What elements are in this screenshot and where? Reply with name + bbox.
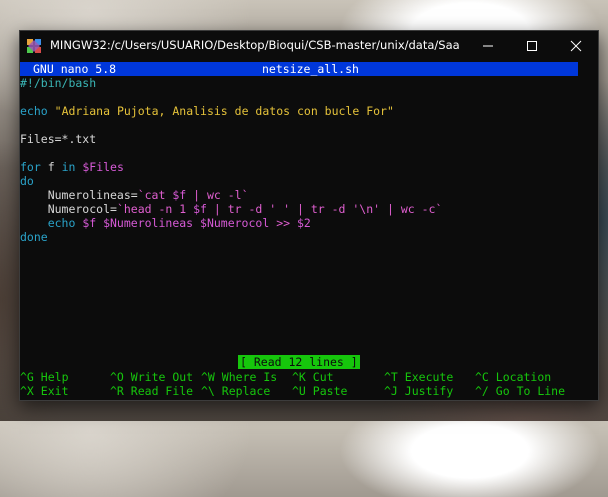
- code-token: in: [61, 160, 76, 174]
- code-token: $f: [172, 188, 187, 202]
- shortcut-read-file[interactable]: ^R Read File: [110, 384, 193, 398]
- code-token: $f $Numerolineas $Numerocol: [75, 216, 270, 230]
- code-token: Numerolineas=: [20, 188, 138, 202]
- shortcut-row-2: ^X Exit ^R Read File ^\ Replace ^U Paste…: [20, 384, 580, 398]
- shortcut-exit[interactable]: ^X Exit: [20, 384, 69, 398]
- shortcut-location[interactable]: ^C Location: [475, 370, 551, 384]
- code-token: | wc -l`: [186, 188, 249, 202]
- code-line-10: Numerocol=`head -n 1 $f | tr -d ' ' | tr…: [20, 202, 443, 216]
- code-line-9: Numerolineas=`cat $f | wc -l`: [20, 188, 249, 202]
- status-message: [ Read 12 lines ]: [238, 355, 360, 369]
- shortcut-where-is[interactable]: ^W Where Is: [201, 370, 277, 384]
- code-line-5: Files=*.txt: [20, 132, 97, 146]
- mingw-icon: [26, 38, 42, 54]
- scrollbar[interactable]: [580, 61, 598, 400]
- window-title: MINGW32:/c/Users/USUARIO/Desktop/Bioqui/…: [50, 38, 460, 52]
- code-token: Numerocol=: [20, 202, 117, 216]
- code-token: | tr -d ' ' | tr -d '\n' | wc -c`: [206, 202, 443, 216]
- close-icon: [570, 40, 582, 52]
- code-line-8: do: [20, 174, 34, 188]
- nano-header-bar: GNU nano 5.8 netsize_all.sh: [20, 62, 578, 76]
- code-token: for: [20, 160, 41, 174]
- code-token: >>: [269, 216, 297, 230]
- minimize-button[interactable]: [466, 31, 510, 61]
- shortcut-help[interactable]: ^G Help: [20, 370, 69, 384]
- shortcut-go-to-line[interactable]: ^/ Go To Line: [475, 384, 565, 398]
- close-button[interactable]: [554, 31, 598, 61]
- maximize-button[interactable]: [510, 31, 554, 61]
- shortcut-cut[interactable]: ^K Cut: [292, 370, 334, 384]
- code-token: `cat: [137, 188, 173, 202]
- code-token: echo: [20, 216, 76, 230]
- maximize-icon: [527, 41, 537, 51]
- code-line-12: done: [20, 230, 48, 244]
- code-token: $f: [193, 202, 207, 216]
- code-line-7: for f in $Files: [20, 160, 124, 174]
- code-line-11: echo $f $Numerolineas $Numerocol >> $2: [20, 216, 311, 230]
- code-line-1: #!/bin/bash: [20, 76, 97, 90]
- code-token: $Files: [75, 160, 124, 174]
- minimize-icon: [483, 45, 493, 47]
- shortcut-execute[interactable]: ^T Execute: [384, 370, 453, 384]
- shortcut-write-out[interactable]: ^O Write Out: [110, 370, 193, 384]
- code-token: echo: [20, 104, 48, 118]
- code-token: f: [40, 160, 62, 174]
- code-token: "Adriana Pujota, Analisis de datos con b…: [54, 104, 394, 118]
- nano-version: GNU nano 5.8: [33, 62, 117, 76]
- shortcut-justify[interactable]: ^J Justify: [384, 384, 453, 398]
- nano-filename: netsize_all.sh: [262, 62, 359, 76]
- terminal-window[interactable]: MINGW32:/c/Users/USUARIO/Desktop/Bioqui/…: [19, 30, 599, 401]
- code-token: `head -n 1: [116, 202, 194, 216]
- code-line-3: echo "Adriana Pujota, Analisis de datos …: [20, 104, 394, 118]
- terminal-content[interactable]: GNU nano 5.8 netsize_all.sh #!/bin/bash …: [20, 61, 598, 400]
- shortcut-row-1: ^G Help ^O Write Out ^W Where Is ^K Cut …: [20, 370, 580, 384]
- code-token: $2: [296, 216, 311, 230]
- shortcut-paste[interactable]: ^U Paste: [292, 384, 347, 398]
- shortcut-replace[interactable]: ^\ Replace: [201, 384, 270, 398]
- title-bar[interactable]: MINGW32:/c/Users/USUARIO/Desktop/Bioqui/…: [20, 31, 598, 61]
